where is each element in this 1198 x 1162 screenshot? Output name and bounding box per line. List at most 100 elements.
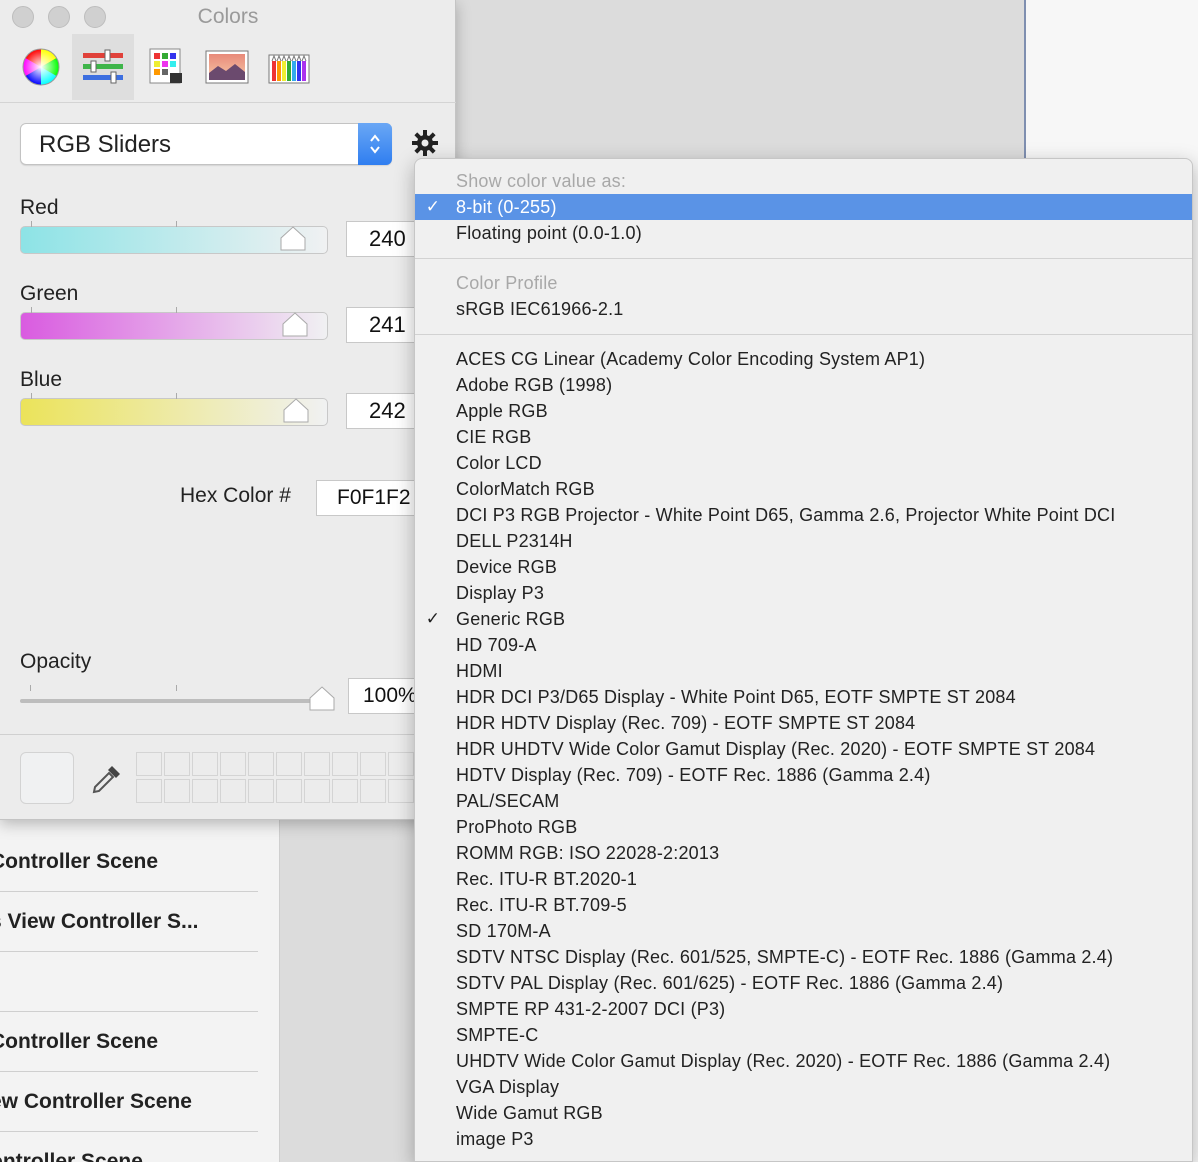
swatch-cell[interactable] [360, 752, 386, 776]
menu-item-profile[interactable]: Display P3 [415, 580, 1192, 606]
menu-item-profile[interactable]: DELL P2314H [415, 528, 1192, 554]
menu-item-profile[interactable]: Wide Gamut RGB [415, 1100, 1192, 1126]
swatch-divider [0, 734, 456, 735]
swatch-cell[interactable] [304, 752, 330, 776]
menu-item-label: Floating point (0.0-1.0) [456, 223, 642, 243]
current-color-well[interactable] [20, 752, 74, 804]
menu-item-profile[interactable]: SDTV PAL Display (Rec. 601/625) - EOTF R… [415, 970, 1192, 996]
scene-list-item[interactable] [0, 952, 258, 1012]
opacity-slider[interactable] [20, 685, 332, 703]
menu-item-floating-point[interactable]: Floating point (0.0-1.0) [415, 220, 1192, 246]
pencils-tab[interactable] [258, 34, 320, 100]
menu-item-label: HDR DCI P3/D65 Display - White Point D65… [456, 687, 1016, 707]
menu-item-label: HDTV Display (Rec. 709) - EOTF Rec. 1886… [456, 765, 931, 785]
menu-item-label: Adobe RGB (1998) [456, 375, 613, 395]
swatch-cell[interactable] [136, 779, 162, 803]
menu-item-label: PAL/SECAM [456, 791, 560, 811]
menu-item-label: Display P3 [456, 583, 545, 603]
blue-slider[interactable] [20, 393, 328, 426]
gear-icon[interactable] [410, 128, 440, 158]
menu-item-label: VGA Display [456, 1077, 560, 1097]
menu-item-profile[interactable]: HDMI [415, 658, 1192, 684]
menu-item-profile[interactable]: HDR HDTV Display (Rec. 709) - EOTF SMPTE… [415, 710, 1192, 736]
menu-separator [415, 258, 1192, 259]
blue-slider-thumb[interactable] [283, 398, 309, 424]
menu-item-profile[interactable]: Rec. ITU-R BT.2020-1 [415, 866, 1192, 892]
menu-item-profile[interactable]: ROMM RGB: ISO 22028-2:2013 [415, 840, 1192, 866]
menu-item-profile[interactable]: CIE RGB [415, 424, 1192, 450]
swatch-cell[interactable] [276, 752, 302, 776]
menu-item-profile[interactable]: HD 709-A [415, 632, 1192, 658]
image-palettes-tab[interactable] [196, 34, 258, 100]
swatch-cell[interactable] [332, 752, 358, 776]
color-sliders-tab[interactable] [72, 34, 134, 100]
menu-item-profile[interactable]: DCI P3 RGB Projector - White Point D65, … [415, 502, 1192, 528]
swatch-cell[interactable] [136, 752, 162, 776]
swatch-cell[interactable] [164, 752, 190, 776]
swatch-cell[interactable] [192, 779, 218, 803]
menu-item-profile[interactable]: UHDTV Wide Color Gamut Display (Rec. 202… [415, 1048, 1192, 1074]
swatch-cell[interactable] [332, 779, 358, 803]
scene-list-item[interactable]: ew Controller Scene [0, 1072, 258, 1132]
scene-list-item[interactable]: Controller Scene [0, 1012, 258, 1072]
menu-item-profile[interactable]: SMPTE-C [415, 1022, 1192, 1048]
menu-item-profile[interactable]: ACES CG Linear (Academy Color Encoding S… [415, 346, 1192, 372]
menu-item-profile[interactable]: Apple RGB [415, 398, 1192, 424]
swatch-cell[interactable] [192, 752, 218, 776]
red-slider-thumb[interactable] [280, 226, 306, 252]
swatch-cell[interactable] [220, 752, 246, 776]
menu-item-current-profile: sRGB IEC61966-2.1 [456, 299, 624, 319]
scene-list-item[interactable]: Controller Scene [0, 832, 258, 892]
menu-item-profile[interactable]: SDTV NTSC Display (Rec. 601/525, SMPTE-C… [415, 944, 1192, 970]
swatch-cell[interactable] [304, 779, 330, 803]
menu-item-profile[interactable]: Color LCD [415, 450, 1192, 476]
menu-header-value-format: Show color value as: [456, 171, 627, 191]
menu-item-label: Generic RGB [456, 609, 566, 629]
menu-item-profile[interactable]: Rec. ITU-R BT.709-5 [415, 892, 1192, 918]
menu-item-profile[interactable]: SD 170M-A [415, 918, 1192, 944]
swatch-cell[interactable] [276, 779, 302, 803]
green-slider-thumb[interactable] [282, 312, 308, 338]
menu-item-profile[interactable]: Adobe RGB (1998) [415, 372, 1192, 398]
slider-mode-popup[interactable]: RGB Sliders [20, 123, 392, 165]
menu-item-profile[interactable]: HDR DCI P3/D65 Display - White Point D65… [415, 684, 1192, 710]
menu-item-profile[interactable]: image P3 [415, 1126, 1192, 1152]
red-slider[interactable] [20, 221, 328, 254]
opacity-slider-thumb[interactable] [309, 686, 335, 712]
menu-item-profile[interactable]: ProPhoto RGB [415, 814, 1192, 840]
color-palettes-tab[interactable] [134, 34, 196, 100]
swatch-cell[interactable] [360, 779, 386, 803]
menu-item-label: UHDTV Wide Color Gamut Display (Rec. 202… [456, 1051, 1111, 1071]
swatch-cell[interactable] [220, 779, 246, 803]
swatch-cell[interactable] [164, 779, 190, 803]
colors-panel: Colors RGB Sliders Red 240 Green 241 Blu… [0, 0, 456, 820]
menu-item-profile[interactable]: HDTV Display (Rec. 709) - EOTF Rec. 1886… [415, 762, 1192, 788]
swatch-cell[interactable] [248, 752, 274, 776]
title-bar[interactable]: Colors [0, 0, 456, 34]
menu-item-profile[interactable]: VGA Display [415, 1074, 1192, 1100]
eyedropper-icon[interactable] [90, 762, 124, 796]
menu-item-label: CIE RGB [456, 427, 532, 447]
scene-list-item[interactable]: ontroller Scene [0, 1132, 258, 1162]
color-wheel-tab[interactable] [10, 34, 72, 100]
menu-item-profile[interactable]: SMPTE RP 431-2-2007 DCI (P3) [415, 996, 1192, 1022]
menu-item-profile[interactable]: HDR UHDTV Wide Color Gamut Display (Rec.… [415, 736, 1192, 762]
red-label: Red [20, 196, 59, 219]
checkmark-icon: ✓ [425, 197, 441, 216]
menu-item-8-bit[interactable]: ✓ 8-bit (0-255) [415, 194, 1192, 220]
menu-item-profile[interactable]: PAL/SECAM [415, 788, 1192, 814]
slider-tick [31, 393, 32, 399]
opacity-label: Opacity [20, 650, 92, 673]
scene-list-item[interactable]: s View Controller S... [0, 892, 258, 952]
swatch-cell[interactable] [248, 779, 274, 803]
swatch-cell[interactable] [388, 752, 414, 776]
menu-item-profile[interactable]: ColorMatch RGB [415, 476, 1192, 502]
menu-item-profile[interactable]: Device RGB [415, 554, 1192, 580]
menu-item-label: Device RGB [456, 557, 558, 577]
menu-item-label: HD 709-A [456, 635, 537, 655]
swatch-cell[interactable] [388, 779, 414, 803]
scene-list-item-label: ew Controller Scene [0, 1089, 192, 1113]
green-slider[interactable] [20, 307, 328, 340]
hex-color-field[interactable]: F0F1F2 [316, 480, 426, 516]
menu-item-profile[interactable]: ✓ Generic RGB [415, 606, 1192, 632]
